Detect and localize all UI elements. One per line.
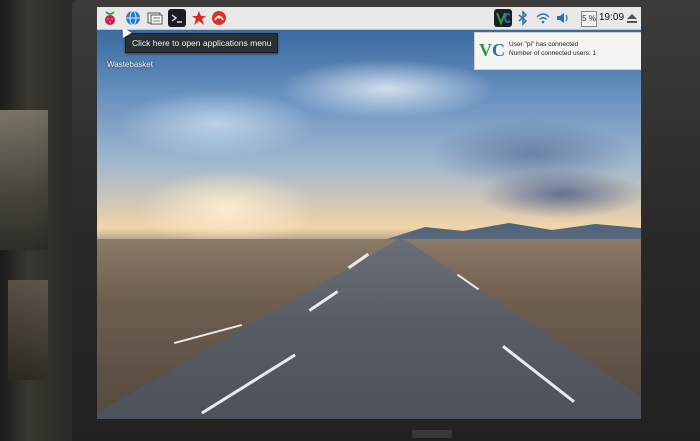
bluetooth-icon[interactable] xyxy=(514,9,532,27)
mountains xyxy=(387,223,641,239)
cpu-usage-indicator[interactable]: 5 % xyxy=(581,11,597,27)
vnc-tray-icon[interactable] xyxy=(494,9,512,27)
raspberry-menu-icon[interactable] xyxy=(101,9,119,27)
math-kernel-icon[interactable] xyxy=(190,9,208,27)
vnc-logo-v: V xyxy=(479,40,492,60)
desk-object xyxy=(0,110,48,250)
file-manager-icon[interactable] xyxy=(146,9,164,27)
monitor-brand-logo xyxy=(412,430,452,438)
wastebasket-label[interactable]: Wastebasket xyxy=(107,60,153,69)
vnc-connection-notification[interactable]: VC User "pi" has connected Number of con… xyxy=(474,32,641,70)
vnc-logo-c: C xyxy=(492,40,505,60)
cloud xyxy=(277,59,497,119)
sun-glow xyxy=(137,169,317,249)
cloud xyxy=(117,89,317,159)
desk-clutter xyxy=(0,0,70,441)
wolfram-icon[interactable] xyxy=(210,9,228,27)
notification-message: User "pi" has connected xyxy=(509,41,579,48)
taskbar: 5 % 19:09 xyxy=(97,7,641,30)
vnc-logo: VC xyxy=(479,39,505,61)
clock[interactable]: 19:09 xyxy=(599,10,624,26)
screen: 5 % 19:09 Click here to open application… xyxy=(97,7,641,419)
desktop-wallpaper xyxy=(97,29,641,419)
cloud xyxy=(477,169,641,219)
wifi-icon[interactable] xyxy=(534,9,552,27)
volume-icon[interactable] xyxy=(554,9,572,27)
menu-tooltip: Click here to open applications menu xyxy=(125,33,279,53)
notification-user-count: Number of connected users: 1 xyxy=(509,50,597,57)
eject-icon[interactable] xyxy=(623,9,641,27)
desk-object xyxy=(8,280,48,380)
terminal-icon[interactable] xyxy=(168,9,186,27)
